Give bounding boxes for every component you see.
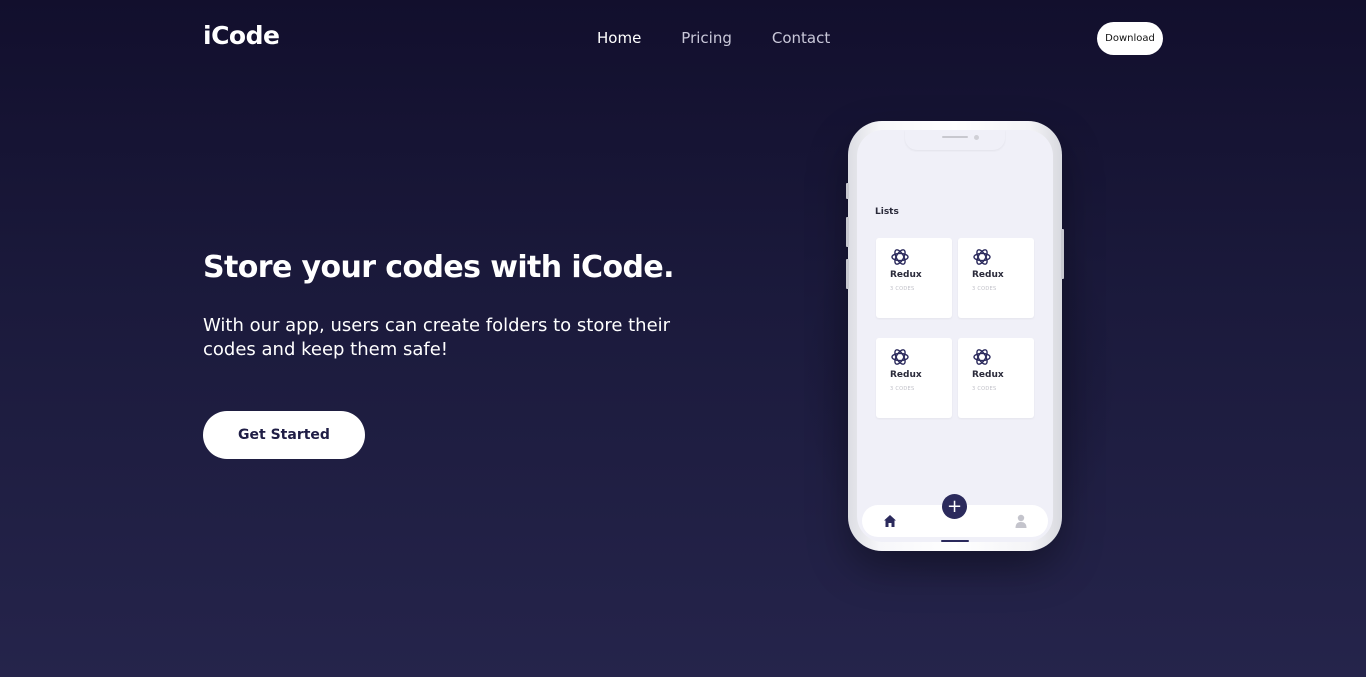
card-meta: 3 CODES: [890, 286, 915, 292]
nav-link-pricing[interactable]: Pricing: [681, 29, 732, 47]
home-icon[interactable]: [883, 514, 897, 528]
nav-link-contact[interactable]: Contact: [772, 29, 830, 47]
list-card[interactable]: Redux 3 CODES: [958, 338, 1034, 418]
home-indicator: [941, 540, 969, 542]
nav-links: Home Pricing Contact: [597, 29, 870, 47]
user-icon[interactable]: [1015, 514, 1027, 528]
hero-subtitle: With our app, users can create folders t…: [203, 315, 671, 360]
card-meta: 3 CODES: [972, 286, 997, 292]
phone-screen: Lists Redux 3 CODES Redux 3 CODES Redux …: [857, 130, 1053, 542]
logo[interactable]: iCode: [203, 21, 280, 50]
speaker-grille: [942, 136, 968, 138]
get-started-button[interactable]: Get Started: [203, 411, 365, 459]
redux-icon: [891, 349, 909, 365]
hero-title: Store your codes with iCode.: [203, 250, 675, 285]
card-meta: 3 CODES: [890, 386, 915, 392]
nav-link-home[interactable]: Home: [597, 29, 641, 47]
redux-icon: [891, 249, 909, 265]
lists-title: Lists: [875, 207, 899, 217]
phone-notch: [905, 130, 1005, 150]
phone-mockup: Lists Redux 3 CODES Redux 3 CODES Redux …: [846, 121, 1064, 551]
phone-side-button: [846, 183, 849, 199]
list-card[interactable]: Redux 3 CODES: [958, 238, 1034, 318]
top-nav: iCode Home Pricing Contact Download: [203, 0, 1163, 76]
redux-icon: [973, 249, 991, 265]
card-title: Redux: [890, 270, 922, 280]
phone-power-button: [1061, 229, 1064, 279]
camera-dot: [974, 135, 979, 140]
phone-volume-up: [846, 217, 849, 247]
list-card[interactable]: Redux 3 CODES: [876, 238, 952, 318]
download-button[interactable]: Download: [1097, 22, 1163, 55]
card-title: Redux: [890, 370, 922, 380]
card-meta: 3 CODES: [972, 386, 997, 392]
redux-icon: [973, 349, 991, 365]
list-card[interactable]: Redux 3 CODES: [876, 338, 952, 418]
add-button[interactable]: +: [942, 494, 967, 519]
phone-volume-down: [846, 259, 849, 289]
card-title: Redux: [972, 270, 1004, 280]
card-title: Redux: [972, 370, 1004, 380]
